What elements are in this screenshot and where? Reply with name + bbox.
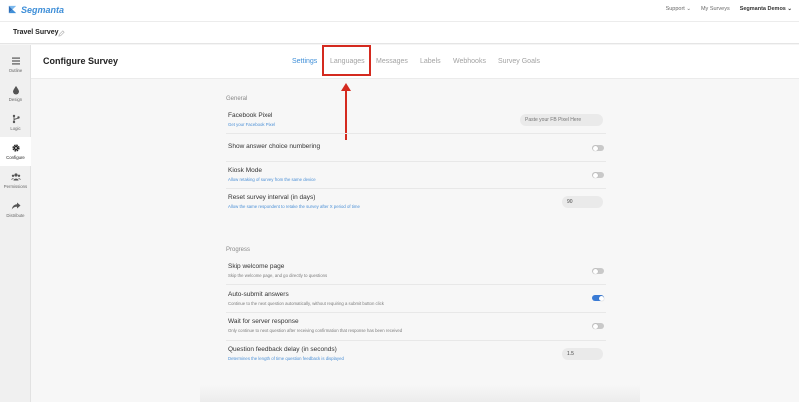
logo[interactable]: Segmanta [7, 4, 64, 15]
configure-header: Configure Survey Settings Languages Mess… [31, 45, 799, 79]
tab-settings[interactable]: Settings [292, 58, 317, 65]
facebook-pixel-link[interactable]: Get your Facebook Pixel [228, 122, 275, 127]
facebook-pixel-input[interactable] [520, 114, 603, 126]
sidebar-item-label: Configure [6, 155, 25, 160]
sidebar-item-label: Logic [10, 126, 21, 131]
auto-submit-row: Auto-submit answers Continue to the next… [226, 285, 606, 313]
survey-title-bar: Travel Survey [0, 22, 799, 44]
sidebar-item-label: Distribute [6, 213, 25, 218]
droplet-icon [12, 86, 19, 95]
auto-submit-label: Auto-submit answers [228, 291, 289, 298]
wait-server-description: Only continue to next question after rec… [228, 328, 403, 333]
feedback-delay-row: Question feedback delay (in seconds) Det… [226, 341, 606, 368]
sidebar-item-logic[interactable]: Logic [0, 108, 31, 137]
users-icon [10, 173, 21, 181]
page-title: Configure Survey [43, 56, 119, 66]
reset-interval-input[interactable]: 90 [562, 196, 603, 208]
auto-submit-description: Continue to the next question automatica… [228, 301, 384, 306]
gear-icon [11, 144, 20, 152]
feedback-delay-input[interactable]: 1.5 [562, 348, 603, 360]
skip-welcome-description: Skip the welcome page, and go directly t… [228, 273, 328, 278]
sidebar-item-outline[interactable]: Outline [0, 50, 31, 79]
kiosk-mode-description: Allow retaking of survey from the same d… [228, 177, 316, 182]
feedback-delay-label: Question feedback delay (in seconds) [228, 346, 337, 353]
survey-title[interactable]: Travel Survey [13, 29, 59, 36]
sidebar-item-label: Outline [8, 68, 23, 73]
kiosk-mode-toggle[interactable] [592, 172, 604, 178]
answer-numbering-row: Show answer choice numbering [226, 134, 606, 162]
wait-server-toggle[interactable] [592, 323, 604, 329]
list-icon [11, 57, 20, 65]
kiosk-mode-row: Kiosk Mode Allow retaking of survey from… [226, 162, 606, 189]
edit-pencil-icon[interactable] [58, 30, 65, 37]
sidebar-item-configure[interactable]: Configure [0, 137, 31, 166]
wait-server-row: Wait for server response Only continue t… [226, 313, 606, 341]
tab-webhooks[interactable]: Webhooks [453, 58, 486, 65]
feedback-delay-description: Determines the length of time question f… [228, 356, 344, 361]
skip-welcome-row: Skip welcome page Skip the welcome page,… [226, 258, 606, 285]
skip-welcome-label: Skip welcome page [228, 263, 285, 270]
annotation-highlight-box [322, 45, 371, 76]
tab-labels[interactable]: Labels [420, 58, 441, 65]
sidebar-item-permissions[interactable]: Permissions [0, 166, 31, 195]
reset-interval-label: Reset survey interval (in days) [228, 194, 316, 201]
tab-messages[interactable]: Messages [376, 58, 408, 65]
sidebar-item-label: Permissions [3, 184, 28, 189]
brand-name: Segmanta [21, 4, 65, 15]
sidebar-item-design[interactable]: Design [0, 79, 31, 108]
branch-icon [12, 114, 20, 124]
answer-numbering-toggle[interactable] [592, 145, 604, 151]
support-menu[interactable]: Support ⌄ [666, 6, 691, 12]
progress-section-title: Progress [226, 247, 251, 253]
reset-interval-row: Reset survey interval (in days) Allow th… [226, 189, 606, 216]
bottom-fade [200, 385, 640, 402]
segmanta-logo-icon [8, 5, 17, 14]
sidebar-item-label: Design [8, 97, 23, 102]
tab-survey-goals[interactable]: Survey Goals [498, 58, 540, 65]
general-section-title: General [226, 96, 248, 102]
side-nav: Outline Design Logic Configure Permissio… [0, 45, 31, 402]
reset-interval-description: Allow the same respondent to retake the … [228, 204, 360, 209]
wait-server-label: Wait for server response [228, 318, 299, 325]
answer-numbering-label: Show answer choice numbering [228, 143, 321, 150]
facebook-pixel-row: Facebook Pixel Get your Facebook Pixel [226, 107, 606, 134]
account-menu[interactable]: Segmanta Demos ⌄ [740, 6, 792, 12]
sidebar-item-distribute[interactable]: Distribute [0, 195, 31, 224]
share-icon [11, 202, 20, 210]
kiosk-mode-label: Kiosk Mode [228, 167, 262, 174]
top-bar: Segmanta Support ⌄ My Surveys Segmanta D… [0, 0, 799, 22]
skip-welcome-toggle[interactable] [592, 268, 604, 274]
my-surveys-link[interactable]: My Surveys [701, 6, 730, 12]
facebook-pixel-label: Facebook Pixel [228, 112, 273, 119]
auto-submit-toggle[interactable] [592, 295, 604, 301]
